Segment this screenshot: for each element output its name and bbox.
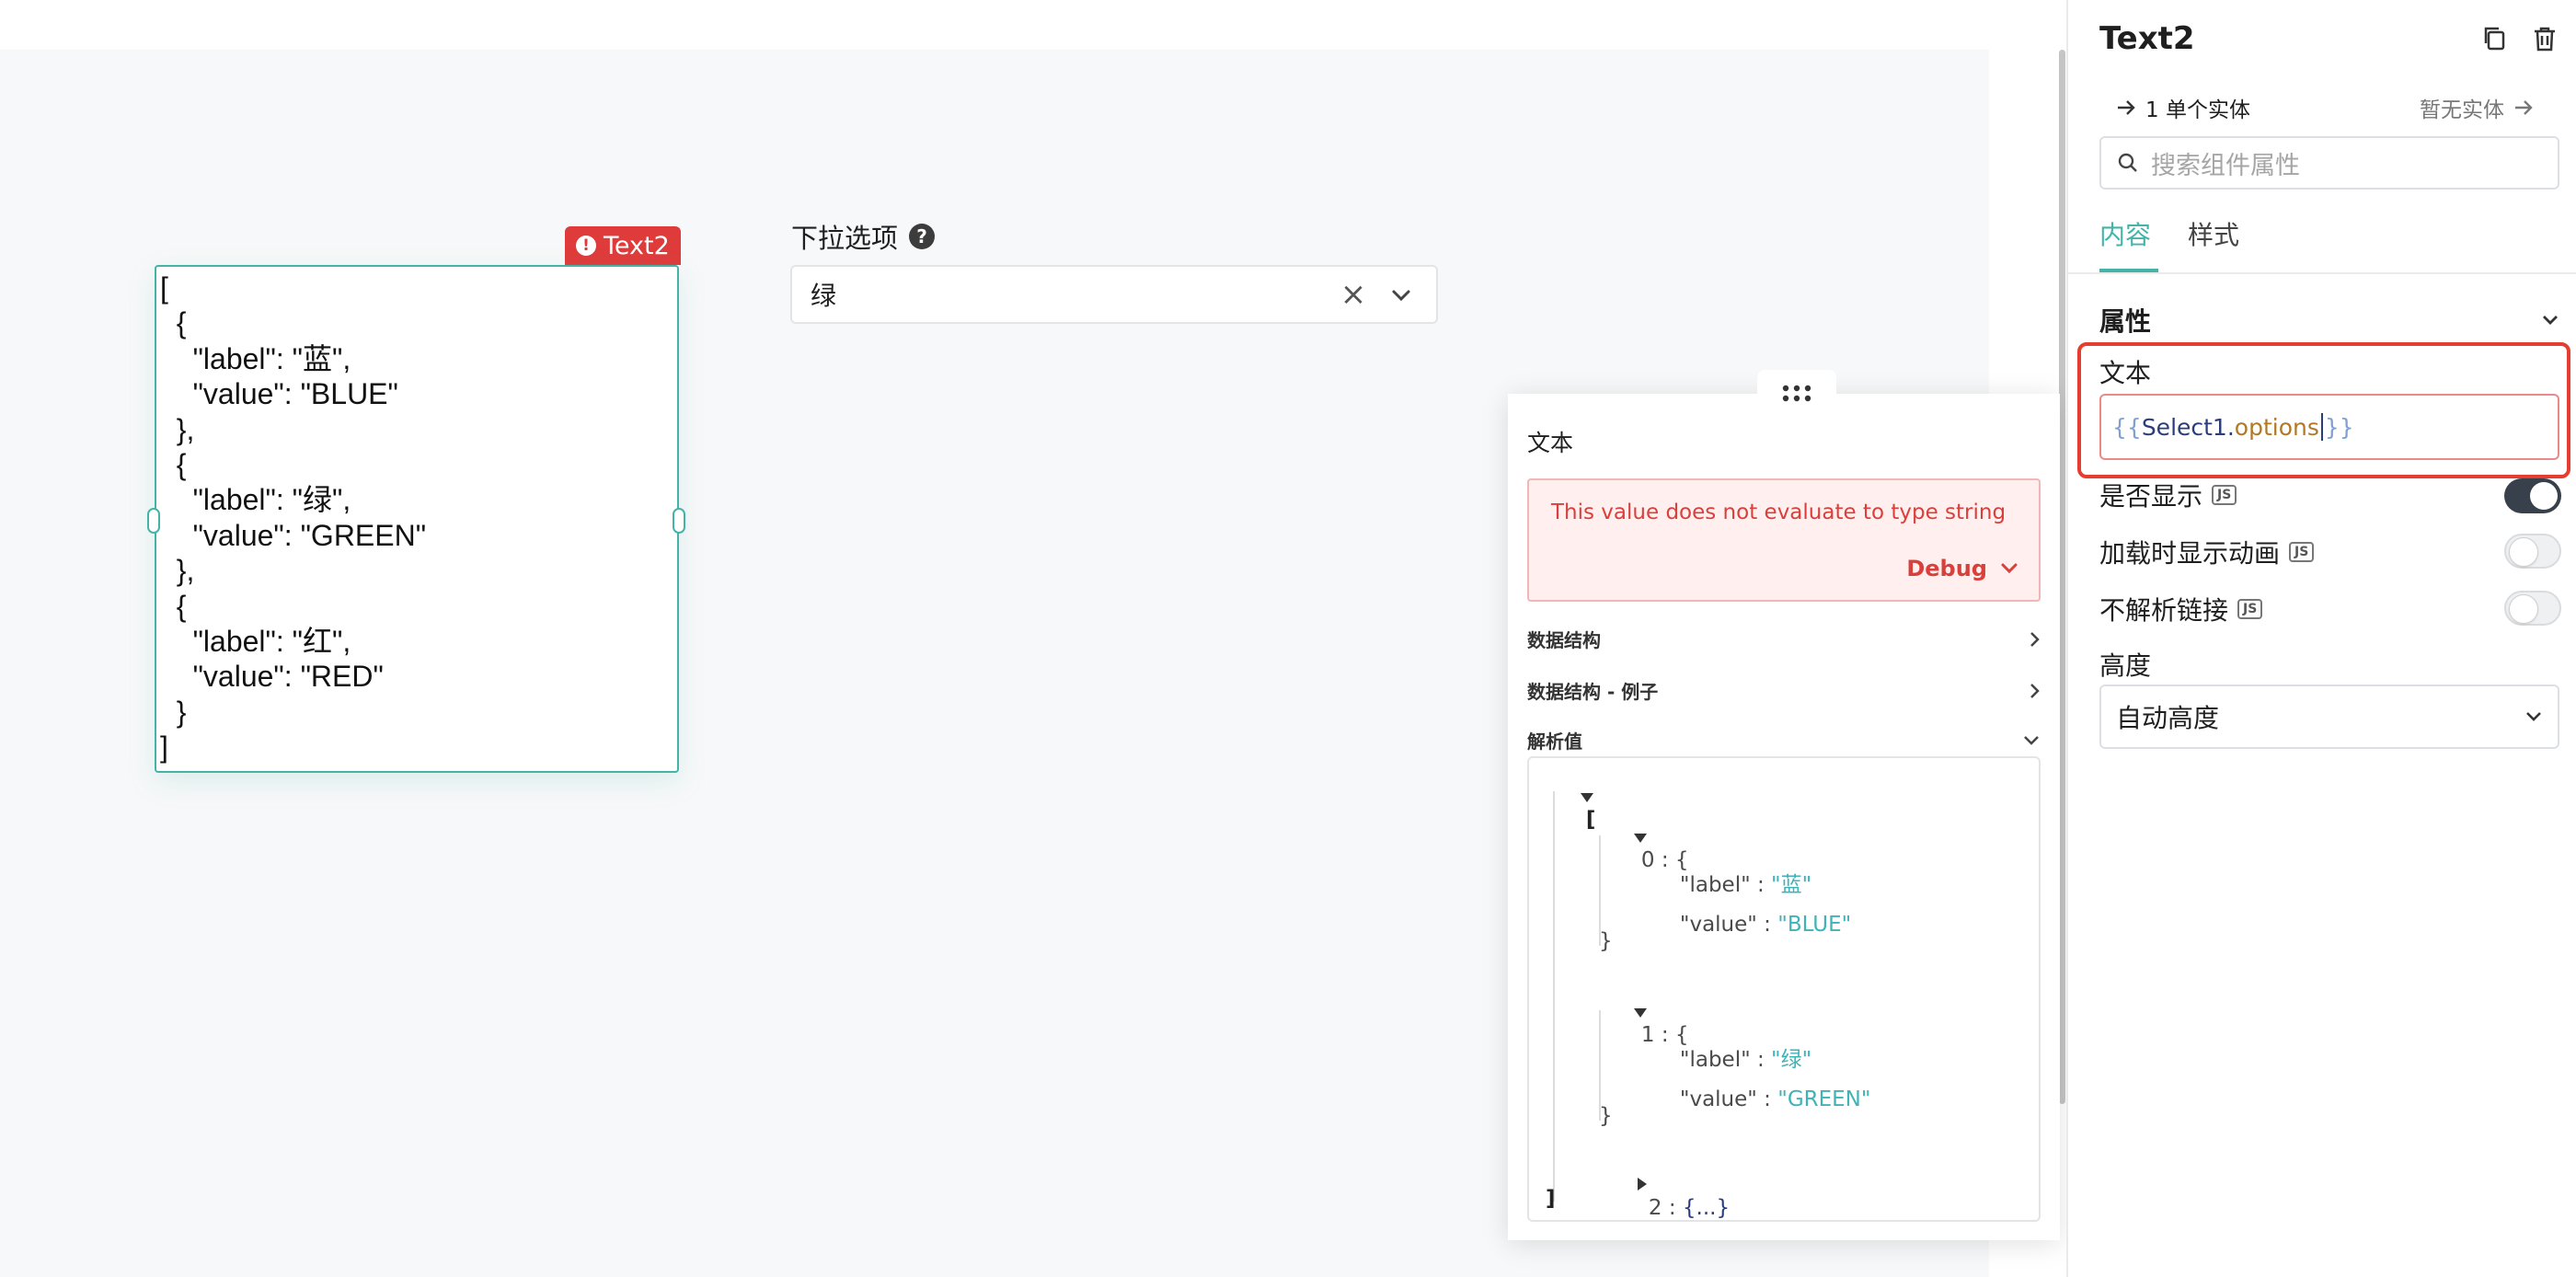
- evaluation-popup: 文本 This value does not evaluate to type …: [1508, 394, 2060, 1240]
- section-title: 属性: [2099, 306, 2152, 337]
- section-label: 数据结构 - 例子: [1527, 681, 1659, 703]
- collapse-icon[interactable]: [1633, 1008, 1647, 1018]
- binding-close-brace: }}: [2324, 413, 2354, 441]
- json-tree: [ 0 : { "label" : "蓝" "value" : "BLUE" }…: [1527, 756, 2041, 1222]
- tree-value: "BLUE": [1777, 913, 1852, 937]
- arrow-right-icon: [2118, 100, 2135, 115]
- toggle-row-nolink: 不解析链接 JS: [2099, 591, 2263, 627]
- toggle-knob: [2530, 482, 2558, 510]
- toggle-knob: [2509, 537, 2538, 567]
- tree-value: "GREEN": [1777, 1087, 1871, 1111]
- collapse-icon[interactable]: [1580, 793, 1593, 802]
- chevron-right-icon: [2030, 631, 2040, 647]
- widget-name-label: Text2: [604, 231, 670, 260]
- text-field-label: 文本: [2099, 358, 2152, 388]
- chevron-down-icon: [2543, 316, 2558, 325]
- visible-toggle[interactable]: [2504, 478, 2561, 513]
- text-caret: [2320, 413, 2323, 441]
- chevron-down-icon: [2526, 712, 2541, 721]
- height-select[interactable]: 自动高度: [2099, 685, 2559, 749]
- section-properties-header[interactable]: 属性: [2099, 302, 2559, 339]
- toggle-row-visible: 是否显示 JS: [2099, 477, 2237, 513]
- tree-brace: }: [1599, 1104, 1613, 1128]
- section-data-structure[interactable]: 数据结构: [1527, 626, 2041, 652]
- widget-name-tag[interactable]: ! Text2: [565, 226, 681, 265]
- binding-open-brace: {{: [2112, 413, 2142, 441]
- height-label: 高度: [2099, 650, 2152, 681]
- chevron-down-icon[interactable]: [1387, 282, 1415, 309]
- tree-entry: "value" : "GREEN": [1639, 1064, 1871, 1135]
- text-code-input[interactable]: {{Select1. options}}: [2099, 394, 2559, 460]
- resize-handle-right[interactable]: [673, 508, 685, 534]
- tab-style[interactable]: 样式: [2188, 215, 2239, 252]
- tree-key: "value": [1679, 1087, 1757, 1111]
- tree-separator: :: [1756, 913, 1778, 937]
- breadcrumb-label: 1 单个实体: [2145, 98, 2250, 122]
- tree-close-bracket: ]: [1546, 1187, 1556, 1211]
- js-toggle-button[interactable]: JS: [2237, 599, 2263, 619]
- tree-item-row-collapsed[interactable]: 2 : {...}: [1597, 1148, 1730, 1244]
- tab-divider: [2068, 272, 2576, 274]
- chevron-down-icon: [2001, 563, 2018, 574]
- entity-breadcrumb-right[interactable]: 暂无实体: [2420, 92, 2534, 123]
- chevron-right-icon: [2030, 683, 2040, 698]
- tree-entry: "value" : "BLUE": [1639, 889, 1851, 961]
- help-icon[interactable]: ?: [909, 224, 936, 249]
- property-search-input[interactable]: 搜索组件属性: [2099, 136, 2559, 190]
- error-box: This value does not evaluate to type str…: [1527, 478, 2041, 602]
- toggle-knob: [2509, 594, 2538, 624]
- tree-separator: :: [1662, 1196, 1683, 1220]
- binding-identifier: Select1: [2141, 413, 2227, 441]
- tree-brace: }: [1599, 929, 1613, 953]
- search-icon: [2118, 153, 2137, 172]
- animate-toggle[interactable]: [2504, 534, 2561, 569]
- property-panel: Text2 1 单个实体 暂无实体 搜索组件属性 内容 样式 属性 文本 {{S…: [2066, 0, 2576, 1277]
- binding-property: options: [2234, 413, 2319, 441]
- js-toggle-button[interactable]: JS: [2289, 542, 2315, 562]
- height-select-value: 自动高度: [2116, 703, 2220, 733]
- select-label-text: 下拉选项: [791, 223, 899, 254]
- drag-handle[interactable]: [1757, 370, 1836, 416]
- search-placeholder: 搜索组件属性: [2151, 151, 2300, 180]
- debug-label: Debug: [1906, 556, 1987, 581]
- select-widget-label: 下拉选项 ?: [791, 217, 936, 256]
- text-widget-content: [ { "label": "蓝", "value": "BLUE" }, { "…: [160, 271, 427, 765]
- copy-icon[interactable]: [2480, 24, 2510, 53]
- delete-icon[interactable]: [2530, 24, 2559, 53]
- widget-title[interactable]: Text2: [2099, 20, 2195, 57]
- expand-icon[interactable]: [1637, 1178, 1647, 1191]
- collapse-icon[interactable]: [1633, 834, 1647, 843]
- tree-root-row[interactable]: [: [1540, 760, 1595, 856]
- entity-breadcrumb-left[interactable]: 1 单个实体: [2116, 92, 2250, 123]
- select-value: 绿: [811, 281, 837, 311]
- text-widget[interactable]: [ { "label": "蓝", "value": "BLUE" }, { "…: [155, 265, 679, 773]
- error-icon: !: [576, 236, 596, 256]
- tree-collapsed-summary: {...}: [1682, 1196, 1731, 1220]
- toggle-label: 是否显示: [2099, 481, 2203, 512]
- section-label: 解析值: [1527, 731, 1582, 753]
- arrow-right-icon: [2515, 100, 2533, 115]
- drag-dots-icon: [1782, 385, 1811, 402]
- toggle-row-animate: 加载时显示动画 JS: [2099, 534, 2315, 570]
- disable-link-toggle[interactable]: [2504, 591, 2561, 626]
- error-message: This value does not evaluate to type str…: [1551, 500, 2007, 524]
- toggle-label: 不解析链接: [2099, 595, 2229, 626]
- chevron-down-icon: [2024, 735, 2039, 745]
- resize-handle-left[interactable]: [147, 508, 160, 534]
- tree-separator: :: [1756, 1087, 1778, 1111]
- js-toggle-button[interactable]: JS: [2212, 485, 2237, 505]
- tab-content[interactable]: 内容: [2099, 215, 2151, 252]
- breadcrumb-label: 暂无实体: [2420, 98, 2504, 122]
- section-parsed-value[interactable]: 解析值: [1527, 727, 2041, 754]
- toggle-label: 加载时显示动画: [2099, 538, 2281, 569]
- canvas-scrollbar[interactable]: [2059, 50, 2065, 1104]
- binding-dot: .: [2226, 413, 2235, 441]
- clear-icon[interactable]: ×: [1340, 279, 1367, 310]
- popup-title: 文本: [1527, 430, 1574, 456]
- debug-button[interactable]: Debug: [1906, 556, 2018, 581]
- section-label: 数据结构: [1527, 629, 1601, 651]
- tree-key: "value": [1679, 913, 1757, 937]
- section-data-structure-example[interactable]: 数据结构 - 例子: [1527, 677, 2041, 704]
- tree-index: 2: [1648, 1196, 1662, 1220]
